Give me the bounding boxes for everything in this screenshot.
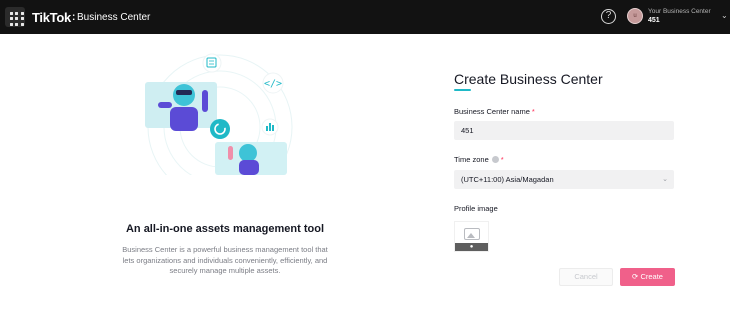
create-button[interactable]: ⟳ Create bbox=[620, 268, 675, 286]
business-center-name-input[interactable]: 451 bbox=[454, 121, 674, 140]
brand-separator: : bbox=[72, 12, 76, 23]
spinner-icon: ⟳ bbox=[632, 272, 639, 281]
camera-icon[interactable]: ● bbox=[455, 243, 488, 251]
timezone-value: (UTC+11:00) Asia/Magadan bbox=[461, 175, 554, 184]
help-icon[interactable]: ? bbox=[601, 9, 616, 24]
account-id[interactable]: 451 bbox=[648, 17, 660, 24]
profile-image-upload[interactable]: ● bbox=[454, 221, 489, 252]
intro-title: An all-in-one assets management tool bbox=[125, 223, 325, 235]
create-label: Create bbox=[640, 272, 663, 281]
required-mark: * bbox=[500, 155, 504, 164]
timezone-label: Time zone * bbox=[454, 155, 504, 164]
title-underline bbox=[454, 89, 471, 91]
form-title: Create Business Center bbox=[454, 71, 603, 87]
svg-text:</>: </> bbox=[264, 79, 282, 90]
apps-grid-icon[interactable] bbox=[5, 7, 25, 27]
account-label[interactable]: Your Business Center bbox=[648, 8, 711, 15]
top-bar: TikTok : Business Center ? u Your Busine… bbox=[0, 0, 730, 34]
timezone-select[interactable]: (UTC+11:00) Asia/Magadan ⌄ bbox=[454, 170, 674, 189]
required-mark: * bbox=[531, 107, 535, 116]
avatar[interactable]: u bbox=[627, 8, 643, 24]
chevron-down-icon: ⌄ bbox=[662, 176, 668, 183]
tiktok-logo[interactable]: TikTok bbox=[32, 10, 71, 25]
intro-description: Business Center is a powerful business m… bbox=[122, 245, 328, 275]
chevron-down-icon[interactable]: ⌄ bbox=[721, 11, 728, 20]
name-label: Business Center name * bbox=[454, 107, 535, 116]
assets-illustration: </> bbox=[145, 53, 293, 175]
image-placeholder-icon bbox=[464, 228, 480, 240]
timezone-label-text: Time zone bbox=[454, 155, 489, 164]
info-icon[interactable] bbox=[491, 156, 499, 163]
name-label-text: Business Center name bbox=[454, 107, 530, 116]
profile-image-label: Profile image bbox=[454, 204, 498, 213]
product-name: Business Center bbox=[77, 12, 151, 23]
cancel-button[interactable]: Cancel bbox=[559, 268, 613, 286]
